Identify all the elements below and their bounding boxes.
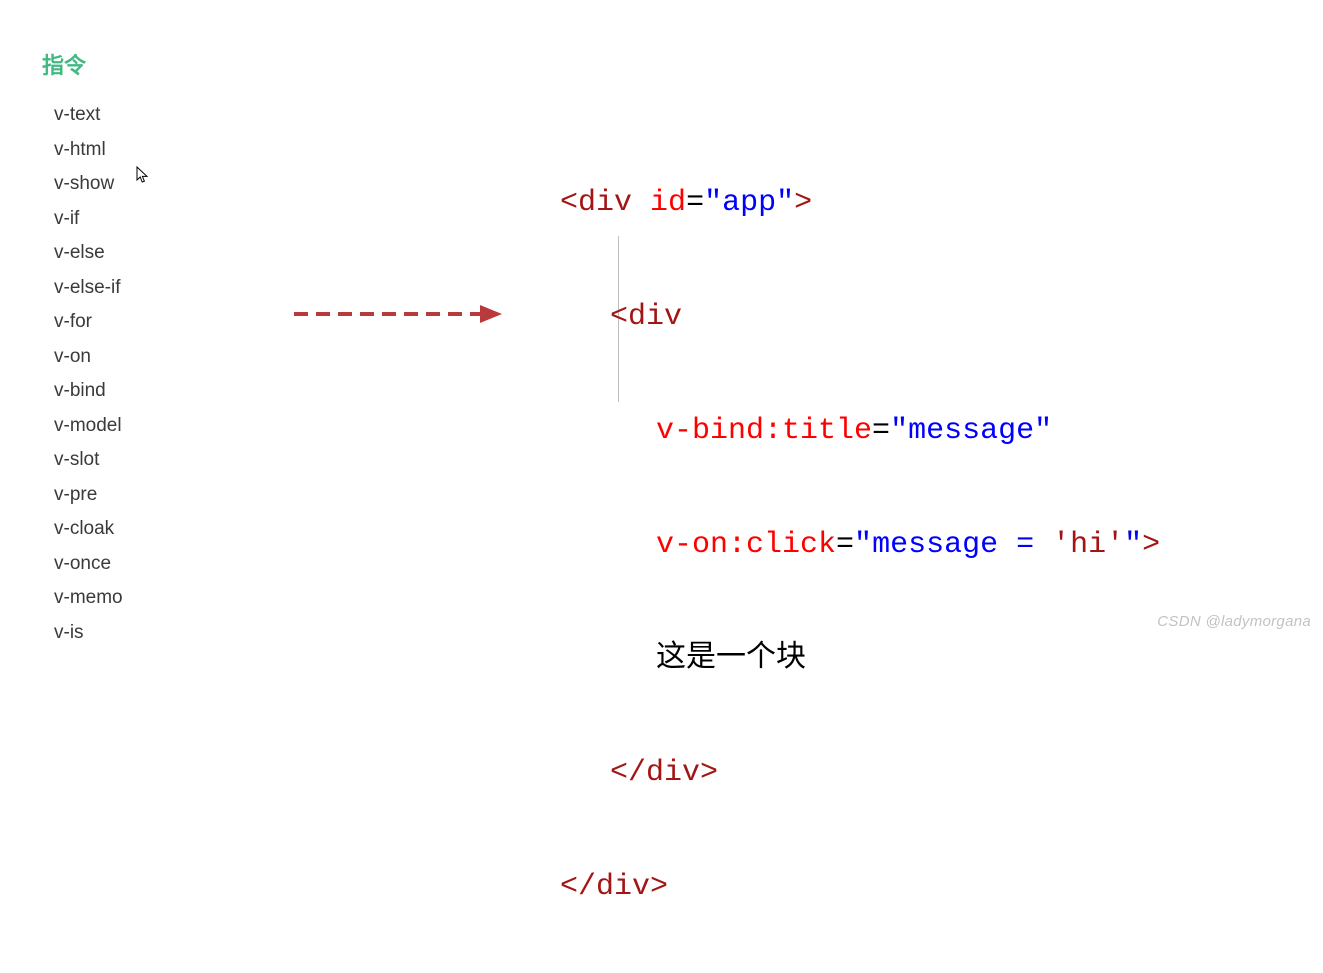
sidebar-item-v-is[interactable]: v-is xyxy=(54,616,123,651)
code-example: <div id="app"> <div v-bind:title="messag… xyxy=(560,118,1160,973)
sidebar-item-v-slot[interactable]: v-slot xyxy=(54,443,123,478)
sidebar-item-v-cloak[interactable]: v-cloak xyxy=(54,512,123,547)
sidebar-title: 指令 xyxy=(42,48,123,80)
sidebar-item-v-html[interactable]: v-html xyxy=(54,133,123,168)
code-line-5: 这是一个块 xyxy=(560,631,1160,688)
sidebar-item-v-show[interactable]: v-show xyxy=(54,167,123,202)
sidebar-item-v-bind[interactable]: v-bind xyxy=(54,374,123,409)
dashed-arrow-icon xyxy=(292,303,502,325)
directive-sidebar: 指令 v-text v-html v-show v-if v-else v-el… xyxy=(42,48,123,650)
sidebar-item-v-memo[interactable]: v-memo xyxy=(54,581,123,616)
sidebar-item-v-else[interactable]: v-else xyxy=(54,236,123,271)
code-line-4: v-on:click="message = 'hi'"> xyxy=(560,517,1160,574)
code-line-7: </div> xyxy=(560,859,1160,916)
mouse-cursor-icon xyxy=(136,166,150,184)
code-line-1: <div id="app"> xyxy=(560,175,1160,232)
sidebar-item-v-once[interactable]: v-once xyxy=(54,547,123,582)
sidebar-item-v-on[interactable]: v-on xyxy=(54,340,123,375)
sidebar-item-v-model[interactable]: v-model xyxy=(54,409,123,444)
sidebar-item-v-for[interactable]: v-for xyxy=(54,305,123,340)
code-line-6: </div> xyxy=(560,745,1160,802)
code-line-2: <div xyxy=(560,289,1160,346)
sidebar-item-v-else-if[interactable]: v-else-if xyxy=(54,271,123,306)
sidebar-item-v-if[interactable]: v-if xyxy=(54,202,123,237)
sidebar-item-v-text[interactable]: v-text xyxy=(54,98,123,133)
watermark-text: CSDN @ladymorgana xyxy=(1157,613,1311,630)
directive-list: v-text v-html v-show v-if v-else v-else-… xyxy=(42,98,123,650)
sidebar-item-v-pre[interactable]: v-pre xyxy=(54,478,123,513)
code-line-3: v-bind:title="message" xyxy=(560,403,1160,460)
